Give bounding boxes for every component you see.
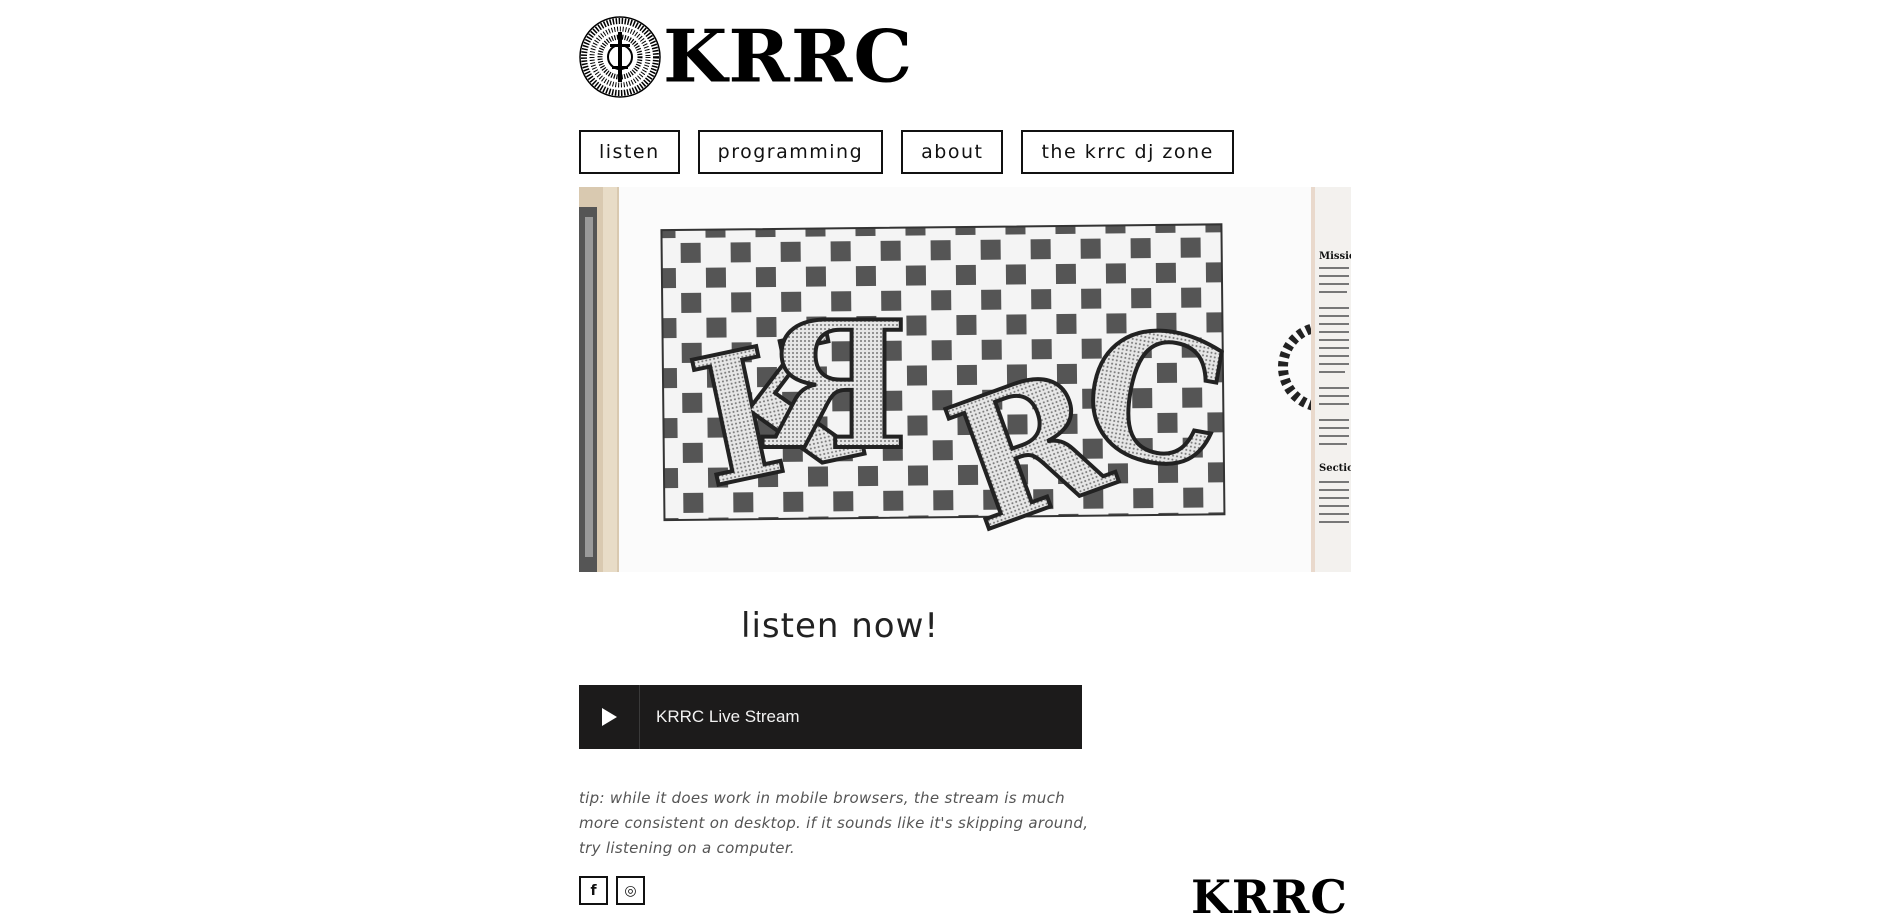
nav-programming[interactable]: programming	[697, 130, 884, 174]
nav-about[interactable]: about	[901, 130, 1004, 174]
banner-doc-heading: Mission	[1319, 251, 1351, 262]
banner-image: K R R C Mission	[579, 187, 1351, 572]
play-icon	[602, 708, 617, 726]
seal-logo-icon	[579, 16, 661, 98]
footer-logo[interactable]: KRRC	[1191, 874, 1348, 920]
facebook-icon[interactable]: f	[579, 876, 608, 905]
nav-dj-zone[interactable]: the krrc dj zone	[1021, 130, 1234, 174]
banner-letter-r1: R	[762, 284, 909, 489]
track-title: KRRC Live Stream	[656, 707, 800, 726]
site-logo[interactable]: KRRC	[579, 14, 913, 100]
audio-player: KRRC Live Stream	[579, 685, 1082, 749]
nav-listen[interactable]: listen	[579, 130, 680, 174]
main-nav: listen programming about the krrc dj zon…	[579, 130, 1234, 174]
play-button[interactable]	[579, 685, 640, 749]
social-links: f ◎	[579, 876, 645, 905]
banner-doc-section: Section	[1319, 463, 1351, 474]
page: KRRC listen programming about the krrc d…	[579, 0, 1351, 922]
listen-now-heading: listen now!	[741, 606, 939, 646]
mobile-tip-text: tip: while it does work in mobile browse…	[579, 789, 1089, 857]
instagram-icon[interactable]: ◎	[616, 876, 645, 905]
logo-text: KRRC	[663, 14, 914, 100]
